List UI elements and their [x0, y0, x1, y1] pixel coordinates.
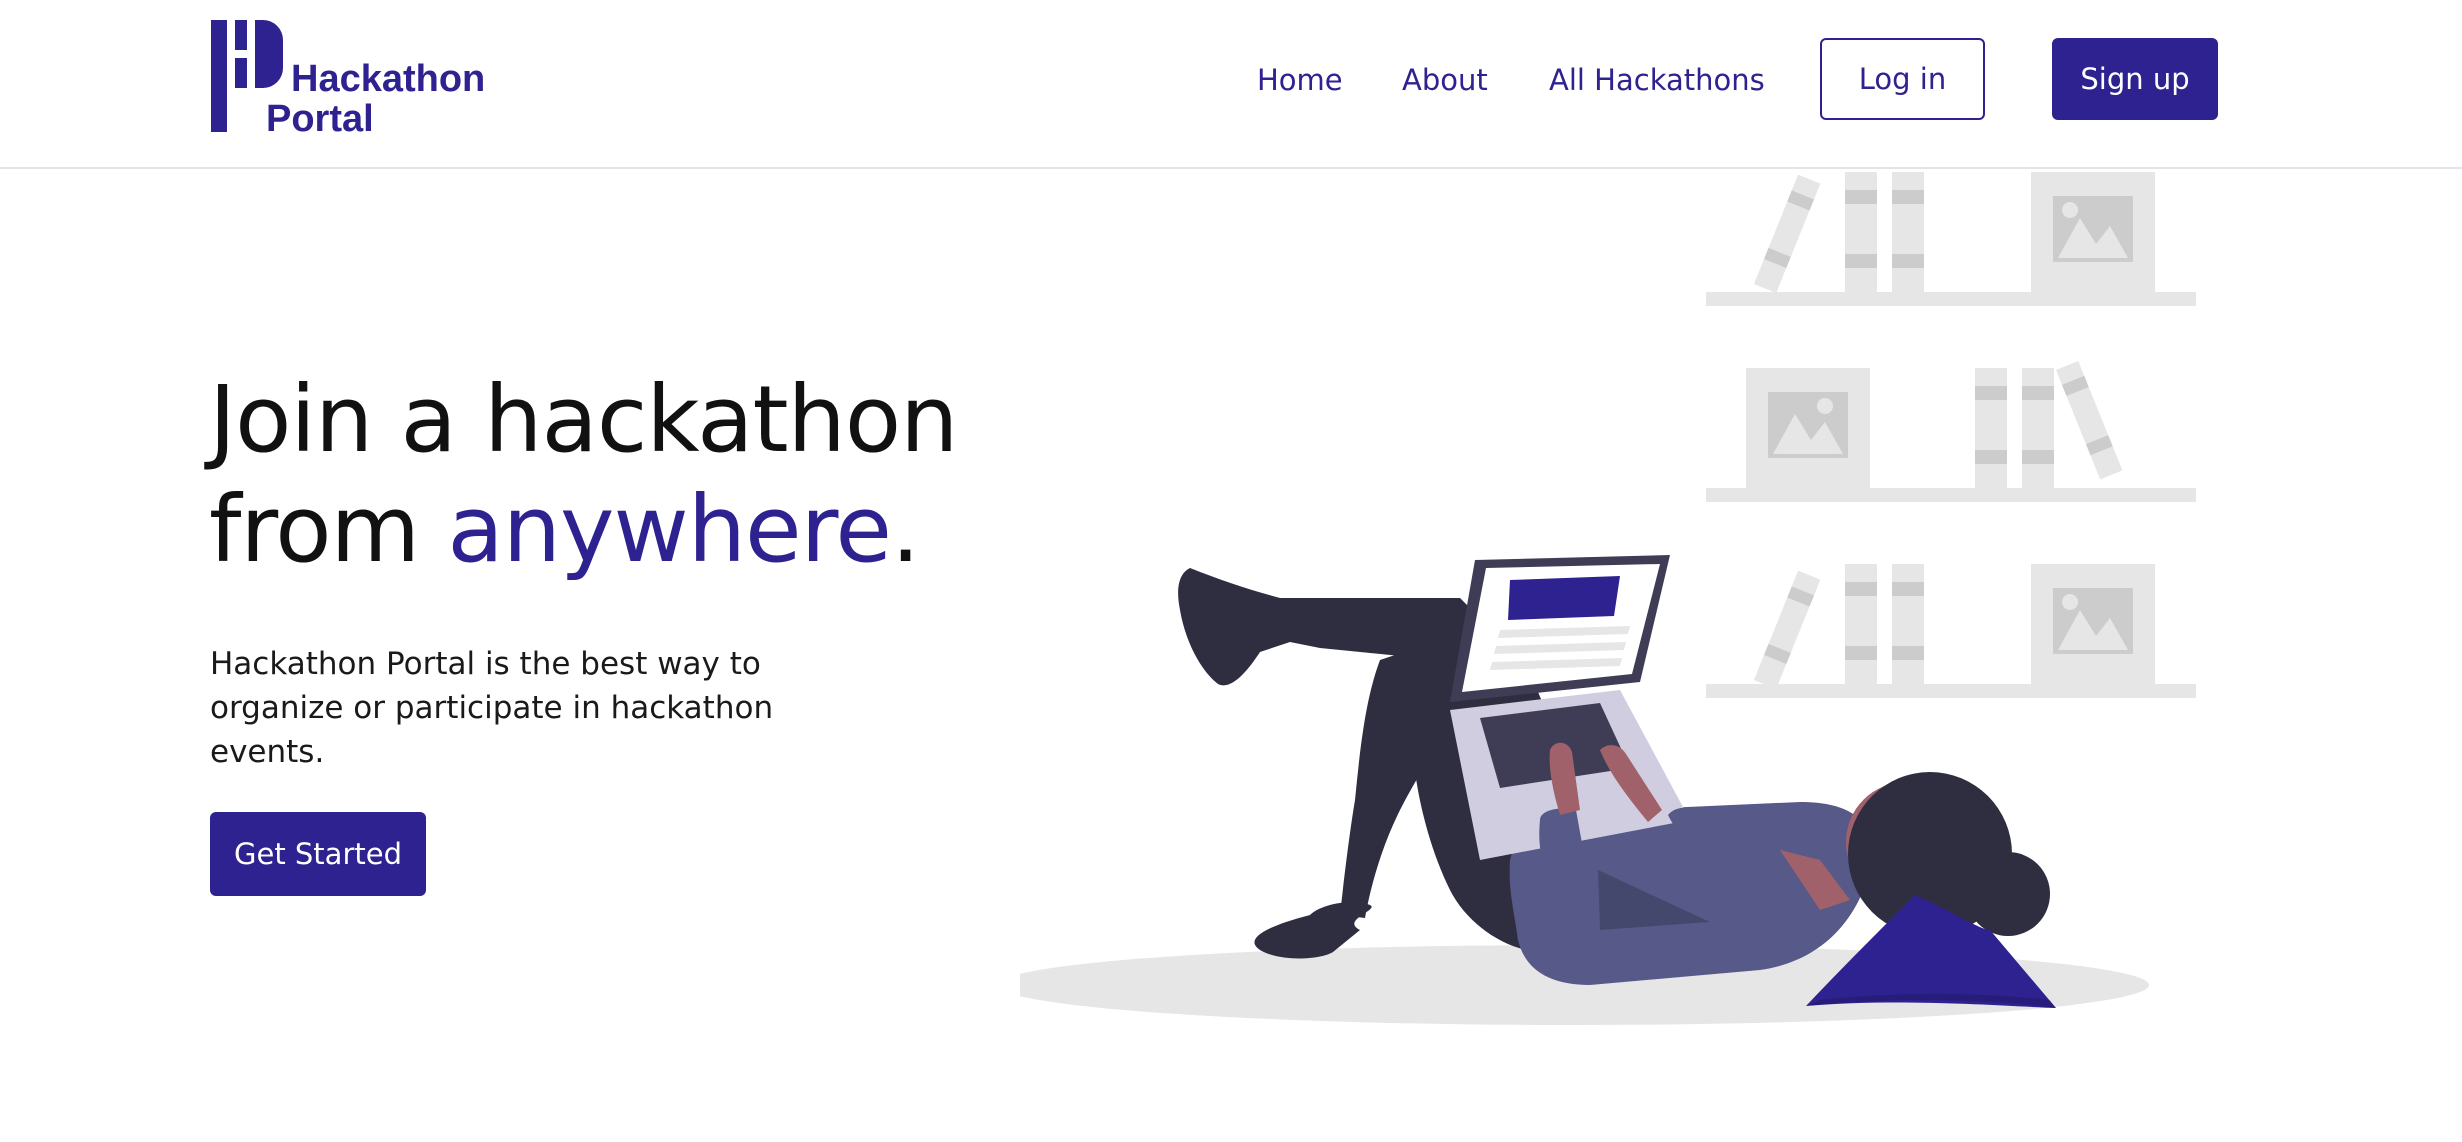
- hero-illustration: [1020, 172, 2196, 1025]
- nav-all-hackathons[interactable]: All Hackathons: [1549, 58, 1765, 102]
- nav-home[interactable]: Home: [1257, 58, 1343, 102]
- hero-title-line1: Join a hackathon: [209, 366, 958, 473]
- nav-about[interactable]: About: [1402, 58, 1488, 102]
- hero-title-from: from: [209, 476, 448, 583]
- get-started-button[interactable]: Get Started: [210, 812, 426, 896]
- logo-text-line1: Hackathon: [291, 58, 486, 100]
- hero-title-period: .: [891, 476, 920, 583]
- signup-button[interactable]: Sign up: [2052, 38, 2218, 120]
- logo-link[interactable]: Hackathon Portal: [211, 18, 485, 140]
- hero-description: Hackathon Portal is the best way to orga…: [210, 646, 774, 770]
- person-with-laptop-illustration: [1178, 555, 2056, 1008]
- hero-title: Join a hackathon from anywhere.: [209, 365, 1009, 585]
- site-header: Hackathon Portal Home About All Hackatho…: [0, 0, 2462, 169]
- page: Hackathon Portal Home About All Hackatho…: [0, 0, 2462, 1142]
- logo-text-line2: Portal: [266, 98, 374, 140]
- login-button[interactable]: Log in: [1820, 38, 1985, 120]
- hero-title-accent: anywhere: [447, 476, 892, 583]
